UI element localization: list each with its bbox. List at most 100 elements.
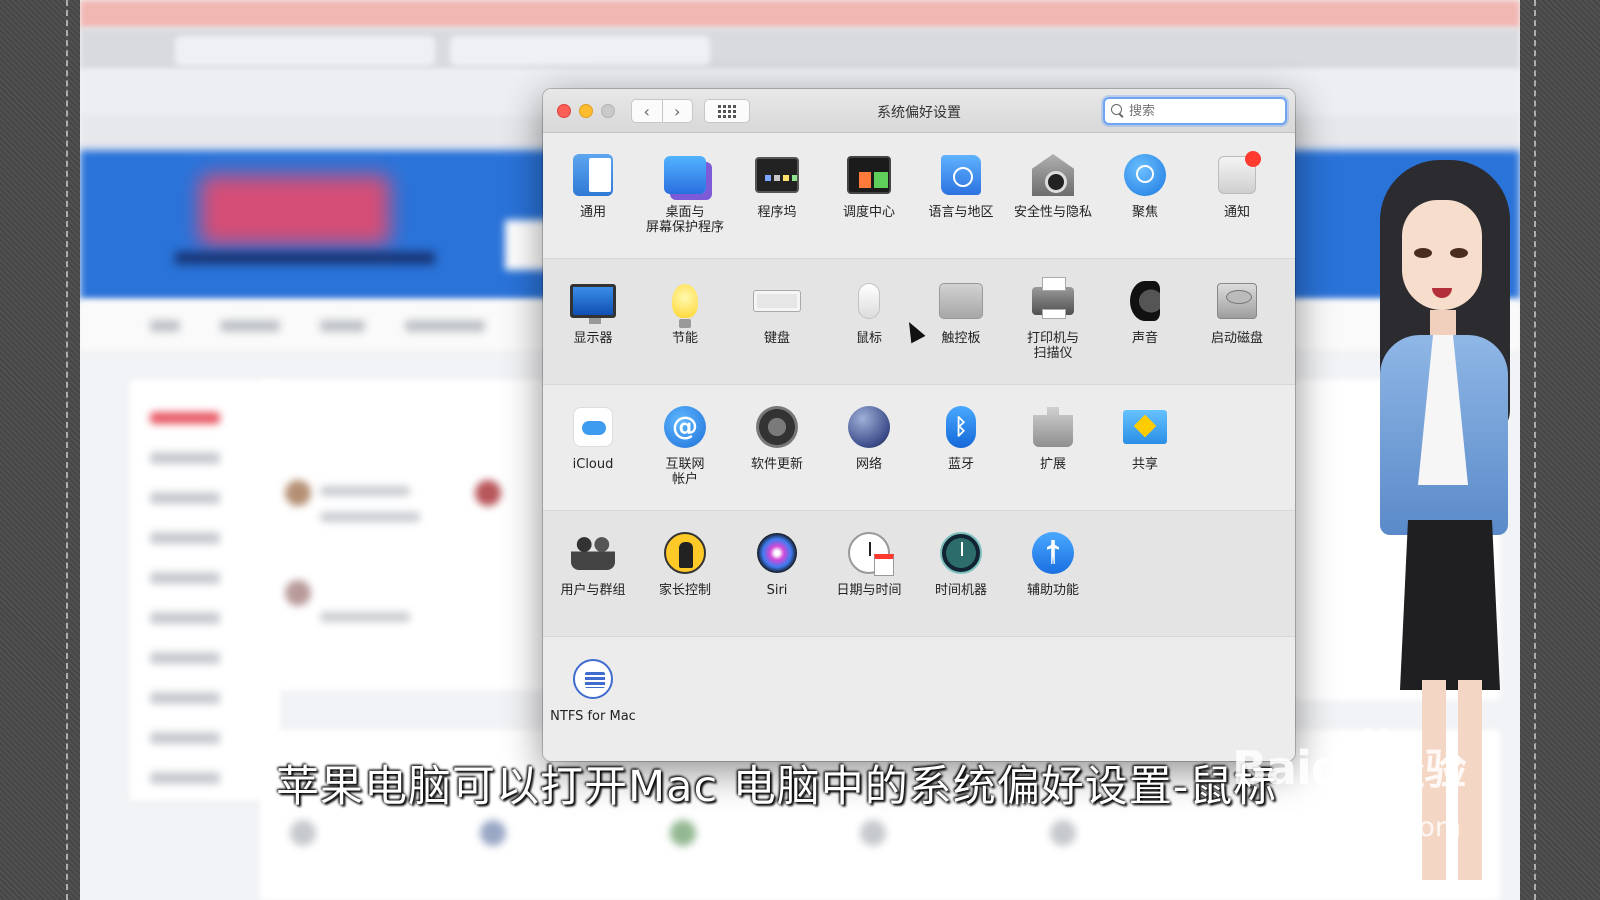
preferences-row: iCloud @ 互联网 帐户 软件更新 网络 ᛒ 蓝牙 扩展 共享 [543,385,1295,511]
pref-item-keyboard[interactable]: 键盘 [731,277,823,346]
pref-item-label: 鼠标 [855,331,882,346]
site-sidebar-item [150,452,220,464]
pref-item-label: Siri [766,583,788,598]
browser-top-stripe [80,0,1520,28]
site-sidebar-item [150,572,220,584]
search-field[interactable] [1103,97,1287,125]
pref-item-label: 互联网 帐户 [665,457,705,487]
date-time-icon [848,532,894,576]
pref-item-dock[interactable]: 程序坞 [731,151,823,220]
users-groups-icon [571,536,615,570]
preferences-row: 通用 桌面与 屏幕保护程序 程序坞 调度中心 语言与地区 安全性与隐私 聚焦 通知 [543,133,1295,259]
pref-item-mouse[interactable]: 鼠标 [823,277,915,346]
site-text-line [320,612,410,622]
site-sidebar-item [150,492,220,504]
site-nav-item [150,320,180,332]
watermark-brand: Baidu [1232,741,1376,795]
network-icon [848,406,890,448]
site-avatar [670,820,696,846]
ntfs-for-mac-icon [573,659,613,699]
mission-control-icon [847,156,891,194]
site-content-card [260,380,580,690]
mouse-icon [858,283,880,319]
pref-item-language-region[interactable]: 语言与地区 [915,151,1007,220]
time-machine-icon [940,532,982,574]
pref-item-startup-disk[interactable]: 启动磁盘 [1191,277,1283,346]
language-region-icon [941,155,981,195]
pref-item-extensions[interactable]: 扩展 [1007,403,1099,472]
parental-controls-icon [664,532,706,574]
pref-item-siri[interactable]: Siri [731,529,823,598]
preferences-row: NTFS for Mac [543,637,1295,761]
browser-tab [450,36,710,66]
watermark-url: jingyan.baidu.com [1212,812,1462,843]
notifications-icon [1218,151,1261,194]
site-avatar [285,480,311,506]
security-privacy-icon [1032,154,1074,196]
pref-item-sharing[interactable]: 共享 [1099,403,1191,472]
pref-item-label: 辅助功能 [1026,583,1079,598]
site-logo-subtitle [175,252,435,264]
pref-item-label: 显示器 [573,331,613,346]
site-avatar [285,580,311,606]
search-icon [1111,104,1125,118]
pref-item-general[interactable]: 通用 [547,151,639,220]
baidu-jingyan-watermark: Baidu 经验 jingyan.baidu.com [1212,736,1467,843]
pref-item-network[interactable]: 网络 [823,403,915,472]
pref-item-label: 桌面与 屏幕保护程序 [645,205,724,235]
keyboard-icon [753,290,801,312]
preferences-pane: 通用 桌面与 屏幕保护程序 程序坞 调度中心 语言与地区 安全性与隐私 聚焦 通知显示器 节能 键… [543,133,1295,761]
printer-scanner-icon [1032,277,1074,319]
pref-item-software-update[interactable]: 软件更新 [731,403,823,472]
trackpad-icon [939,283,983,319]
pref-item-mission-control[interactable]: 调度中心 [823,151,915,220]
pref-item-accessibility[interactable]: 辅助功能 [1007,529,1099,598]
pref-item-spotlight[interactable]: 聚焦 [1099,151,1191,220]
pref-item-label: 扩展 [1039,457,1066,472]
pref-item-label: 通知 [1223,205,1250,220]
site-avatar [1050,820,1076,846]
site-sidebar-item [150,532,220,544]
sharing-icon [1123,410,1167,444]
pref-item-time-machine[interactable]: 时间机器 [915,529,1007,598]
icloud-icon [573,407,613,447]
site-sidebar-item [150,612,220,624]
pref-item-label: 程序坞 [757,205,797,220]
dock-icon [755,157,799,193]
pref-item-internet-accounts[interactable]: @ 互联网 帐户 [639,403,731,487]
pref-item-printer-scanner[interactable]: 打印机与 扫描仪 [1007,277,1099,361]
pref-item-ntfs-for-mac[interactable]: NTFS for Mac [547,655,639,724]
system-preferences-window: ‹ › 系统偏好设置 通用 桌面与 屏幕保护程序 程序坞 调度中心 语言与地区 安全性与隐… [543,89,1295,761]
watermark-product: 经验 [1382,745,1467,794]
startup-disk-icon [1217,283,1257,319]
pref-item-sound[interactable]: 声音 [1099,277,1191,346]
site-avatar [475,480,501,506]
site-avatar [290,820,316,846]
pref-item-label: 共享 [1131,457,1158,472]
site-sidebar-item [150,732,220,744]
accessibility-icon [1032,532,1074,574]
pref-item-label: 时间机器 [934,583,987,598]
pref-item-energy-saver[interactable]: 节能 [639,277,731,346]
siri-icon [757,533,797,573]
pref-item-notifications[interactable]: 通知 [1191,151,1283,220]
pref-item-label: 软件更新 [750,457,803,472]
pref-item-label: iCloud [572,457,614,472]
pref-item-displays[interactable]: 显示器 [547,277,639,346]
displays-icon [570,284,616,324]
pref-item-trackpad[interactable]: 触控板 [915,277,1007,346]
pref-item-users-groups[interactable]: 用户与群组 [547,529,639,598]
site-avatar [480,820,506,846]
pref-item-parental-controls[interactable]: 家长控制 [639,529,731,598]
general-icon [573,154,613,196]
site-text-line [320,486,410,496]
pref-item-icloud[interactable]: iCloud [547,403,639,472]
pref-item-date-time[interactable]: 日期与时间 [823,529,915,598]
search-input[interactable] [1129,103,1279,119]
pref-item-label: 安全性与隐私 [1013,205,1092,220]
pref-item-desktop-screensaver[interactable]: 桌面与 屏幕保护程序 [639,151,731,235]
pref-item-security-privacy[interactable]: 安全性与隐私 [1007,151,1099,220]
extensions-icon [1033,407,1073,447]
pref-item-bluetooth[interactable]: ᛒ 蓝牙 [915,403,1007,472]
preferences-row: 用户与群组 家长控制 Siri 日期与时间 时间机器 辅助功能 [543,511,1295,637]
